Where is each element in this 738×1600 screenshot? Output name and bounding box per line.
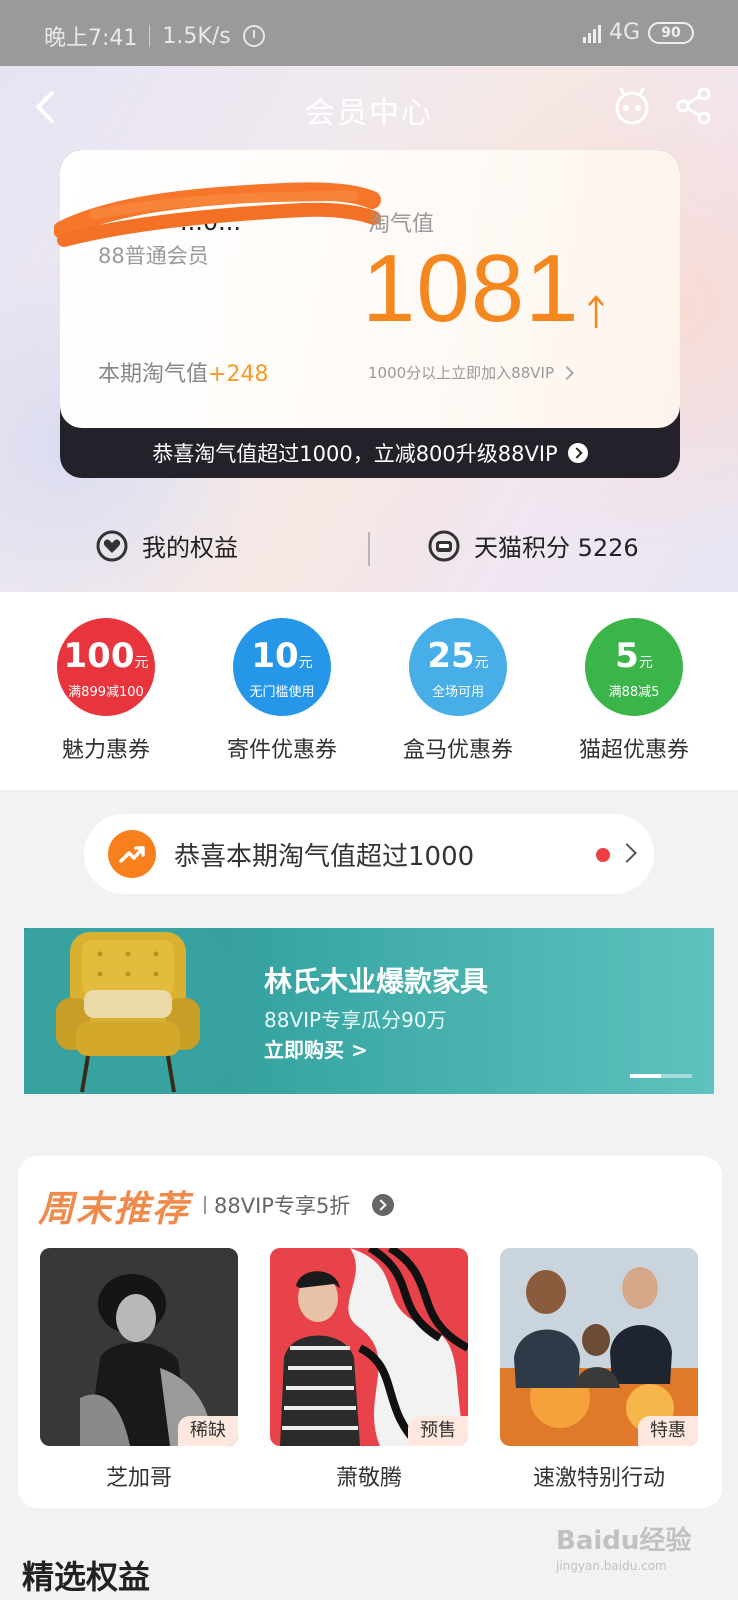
circle-arrow-icon [567, 443, 588, 463]
status-bar: 晚上7:41 1.5K/s 4G 90 [0, 0, 738, 66]
coupon-label: 魅力惠券 [61, 738, 150, 763]
show-tag: 预售 [408, 1416, 468, 1446]
chevron-right-icon [617, 843, 637, 863]
join-88vip-link[interactable]: 1000分以上立即加入88VIP [368, 362, 575, 383]
coupon-item[interactable]: 100元 满899减100 魅力惠券 [18, 618, 194, 764]
weekend-subtitle[interactable]: 88VIP专享5折 [214, 1190, 350, 1220]
show-name: 萧敬腾 [335, 1466, 402, 1491]
banner-subtitle: 88VIP专享瓜分90万 [264, 1008, 447, 1032]
taoqi-value: 1081 [362, 235, 580, 342]
status-divider [149, 25, 151, 47]
featured-rights-title: 精选权益 [22, 1558, 151, 1596]
carousel-indicator [630, 1074, 692, 1078]
taoqi-notice[interactable]: 恭喜本期淘气值超过1000 [84, 814, 654, 894]
my-rights-label: 我的权益 [142, 534, 238, 562]
heart-badge-icon [96, 530, 128, 561]
battery-icon: 90 [648, 21, 694, 44]
member-card-body: ...0... 88普通会员 本期淘气值+248 淘气值 1081 1000分以… [54, 150, 680, 428]
circle-arrow-icon[interactable] [372, 1194, 394, 1216]
share-icon[interactable] [674, 86, 714, 126]
status-speed: 1.5K/s [162, 23, 231, 49]
my-rights-button[interactable]: 我的权益 [96, 528, 238, 563]
armchair-image [56, 932, 200, 1093]
coupon-disc: 25元 全场可用 [409, 618, 507, 716]
robot-service-icon[interactable] [612, 86, 652, 126]
show-tag: 稀缺 [178, 1416, 238, 1446]
show-item[interactable]: 预售 萧敬腾 [270, 1248, 468, 1492]
weekend-divider [204, 1196, 206, 1214]
up-arrow-icon [588, 295, 604, 328]
chevron-right-icon [559, 365, 575, 380]
network-type: 4G [608, 20, 640, 45]
unread-dot [596, 848, 610, 862]
coupon-item[interactable]: 5元 满88减5 猫超优惠券 [546, 618, 722, 764]
promo-banner[interactable]: 林氏木业爆款家具 88VIP专享瓜分90万 立即购买 > [24, 928, 714, 1094]
show-poster: 稀缺 [40, 1248, 238, 1446]
show-poster: 预售 [270, 1248, 468, 1446]
member-level: 88普通会员 [98, 244, 209, 268]
period-taoqi-value: +248 [208, 362, 269, 387]
coupon-label: 盒马优惠券 [402, 738, 513, 763]
upgrade-strip[interactable]: 恭喜淘气值超过1000，立减800升级88VIP [60, 428, 680, 478]
coupon-disc: 100元 满899减100 [57, 618, 155, 716]
period-taoqi: 本期淘气值+248 [98, 362, 269, 387]
buy-now-link[interactable]: 立即购买 > [264, 1034, 368, 1063]
rights-divider [368, 532, 370, 566]
show-name: 速激特别行动 [532, 1466, 665, 1491]
status-time: 晚上7:41 [44, 26, 138, 51]
baidu-watermark: Baidu经验 jingyan.baidu.com [556, 1526, 692, 1573]
show-poster: 特惠 [500, 1248, 698, 1446]
coupon-disc: 5元 满88减5 [585, 618, 683, 716]
signal-icon [582, 23, 601, 43]
coupon-item[interactable]: 10元 无门槛使用 寄件优惠券 [194, 618, 370, 764]
show-item[interactable]: 特惠 速激特别行动 [500, 1248, 698, 1492]
banner-title: 林氏木业爆款家具 [264, 965, 489, 998]
show-item[interactable]: 稀缺 芝加哥 [40, 1248, 238, 1492]
member-card[interactable]: ...0... 88普通会员 本期淘气值+248 淘气值 1081 1000分以… [54, 150, 680, 478]
show-tag: 特惠 [638, 1416, 698, 1446]
weekend-recommend-card: 周末推荐 88VIP专享5折 稀缺 芝加哥 预售 萧敬腾 特惠 速激特别行动 [18, 1156, 722, 1508]
tmall-cat-icon [428, 530, 460, 561]
coupon-disc: 10元 无门槛使用 [233, 618, 331, 716]
notice-text: 恭喜本期淘气值超过1000 [174, 842, 475, 872]
show-name: 芝加哥 [105, 1466, 172, 1491]
weekend-title: 周末推荐 [38, 1189, 191, 1230]
nav-bar: 会员中心 [0, 76, 738, 136]
tmall-points-label: 天猫积分 5226 [474, 534, 639, 562]
tmall-points-button[interactable]: 天猫积分 5226 [428, 528, 639, 563]
coupon-item[interactable]: 25元 全场可用 盒马优惠券 [370, 618, 546, 764]
coupon-row: 100元 满899减100 魅力惠券 10元 无门槛使用 寄件优惠券 25元 全… [0, 592, 738, 790]
upgrade-strip-text: 恭喜淘气值超过1000，立减800升级88VIP [152, 442, 558, 466]
coupon-label: 寄件优惠券 [226, 738, 337, 763]
trend-up-icon [108, 830, 156, 878]
coupon-label: 猫超优惠券 [578, 738, 689, 763]
rights-row: 我的权益 天猫积分 5226 [0, 516, 738, 580]
alarm-icon [242, 25, 265, 47]
